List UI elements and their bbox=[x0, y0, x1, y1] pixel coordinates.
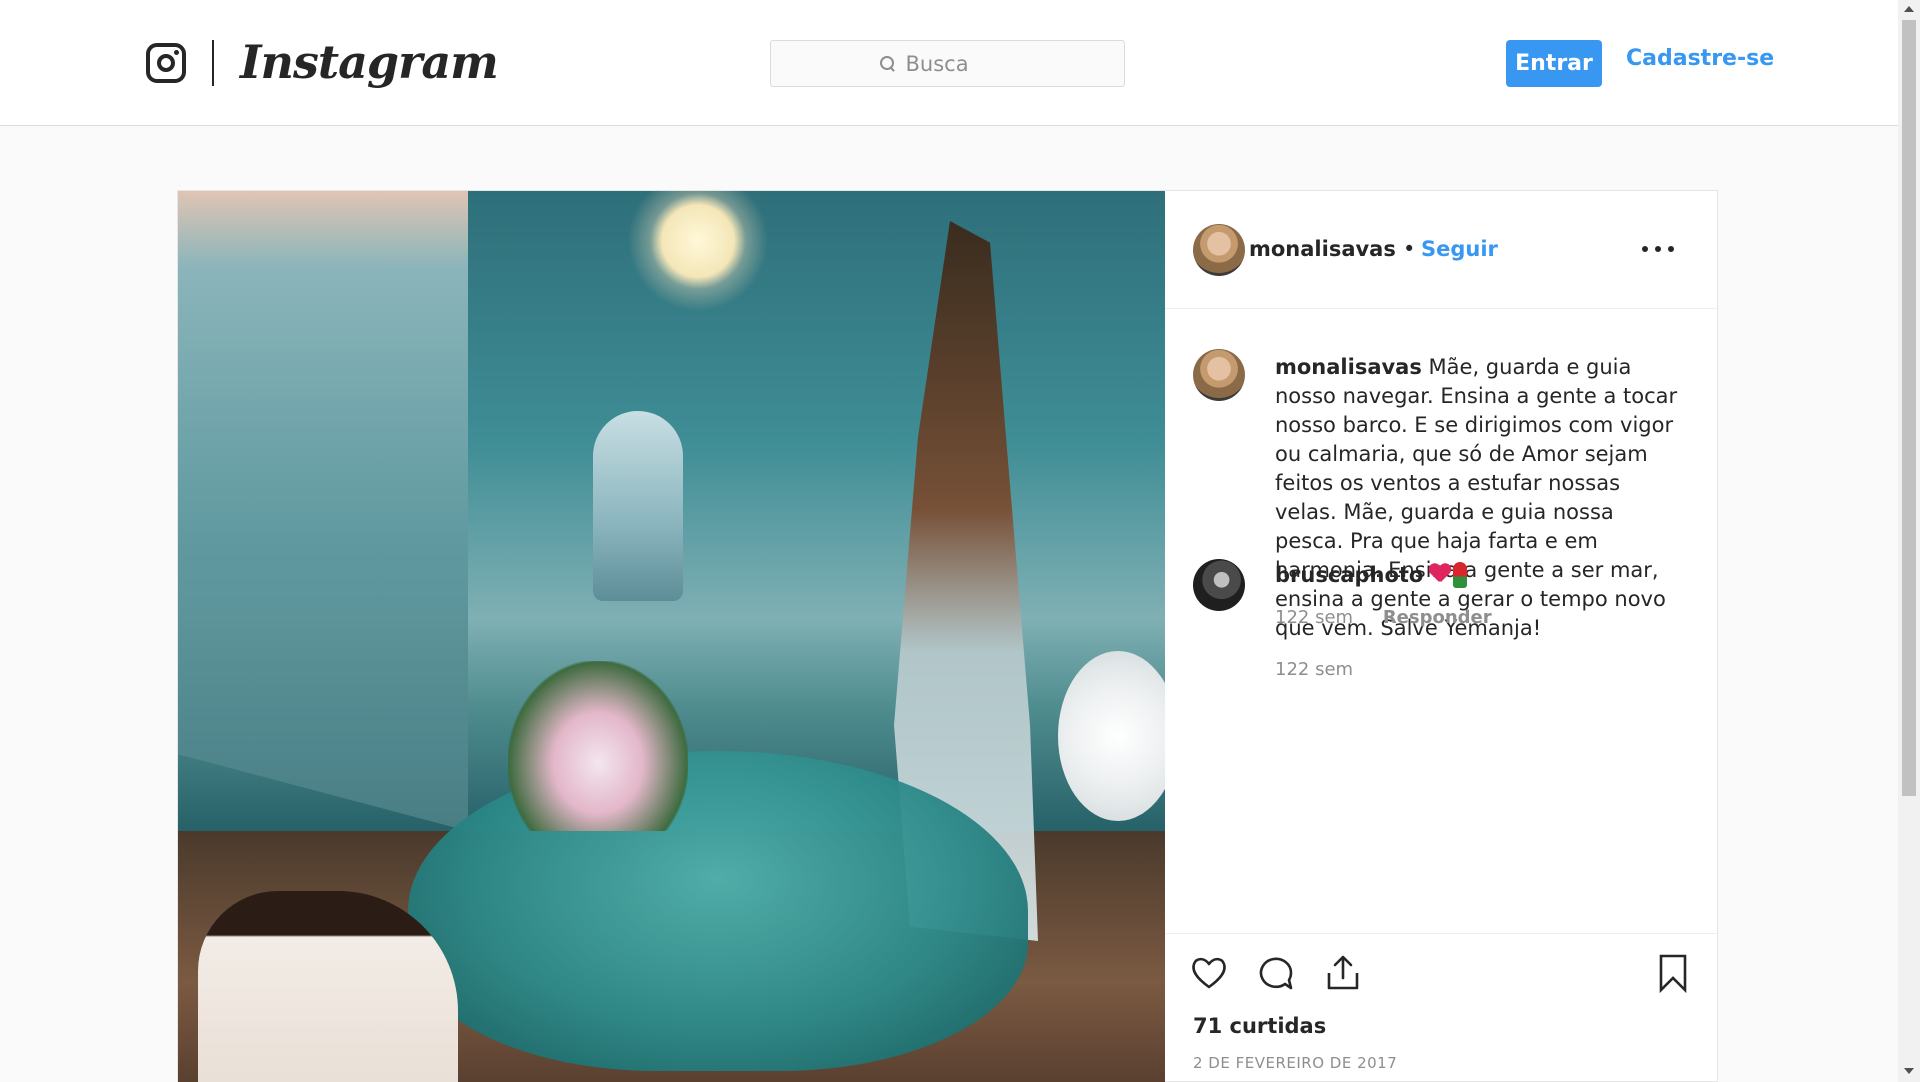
page-scrollbar[interactable] bbox=[1898, 0, 1920, 1082]
scroll-thumb[interactable] bbox=[1902, 20, 1916, 796]
comment-icon[interactable] bbox=[1256, 953, 1296, 993]
login-button[interactable]: Entrar bbox=[1506, 40, 1602, 87]
comments-list[interactable]: monalisavas Mãe, guarda e guia nosso nav… bbox=[1165, 309, 1717, 933]
rose-emoji bbox=[1453, 562, 1468, 588]
photo-tent-detail bbox=[178, 191, 468, 831]
bookmark-icon[interactable] bbox=[1653, 953, 1693, 993]
follow-button[interactable]: Seguir bbox=[1421, 237, 1498, 261]
author-username[interactable]: monalisavas bbox=[1249, 237, 1396, 261]
commenter-username[interactable]: bruscaphoto bbox=[1275, 563, 1423, 587]
caption-timestamp[interactable]: 122 sem bbox=[1275, 659, 1353, 680]
post-card: monalisavas • Seguir monalisavas Mãe, gu… bbox=[177, 190, 1718, 1082]
search-icon bbox=[879, 55, 896, 72]
photo-altar-cloth bbox=[408, 751, 1028, 1071]
scroll-down-arrow-icon[interactable] bbox=[1904, 1068, 1914, 1074]
comment-body: bruscaphoto bbox=[1275, 561, 1685, 590]
post-date[interactable]: 2 DE FEVEREIRO DE 2017 bbox=[1193, 1054, 1397, 1072]
search-input[interactable] bbox=[905, 51, 1016, 76]
search-box[interactable] bbox=[770, 40, 1125, 87]
heart-emoji bbox=[1429, 564, 1451, 584]
top-navigation-bar: Instagram Entrar Cadastre-se bbox=[0, 0, 1898, 126]
photo-lilies bbox=[508, 661, 688, 831]
more-options-icon[interactable] bbox=[1642, 246, 1674, 256]
comment-meta: 122 sem Responder bbox=[1275, 607, 1492, 628]
post-actions: 71 curtidas 2 DE FEVEREIRO DE 2017 bbox=[1165, 933, 1717, 1081]
instagram-wordmark[interactable]: Instagram bbox=[240, 34, 499, 90]
signup-link[interactable]: Cadastre-se bbox=[1626, 46, 1774, 71]
author-avatar[interactable] bbox=[1193, 224, 1245, 276]
comment-timestamp[interactable]: 122 sem bbox=[1275, 607, 1353, 628]
reply-button[interactable]: Responder bbox=[1383, 607, 1492, 628]
likes-count[interactable]: 71 curtidas bbox=[1193, 1014, 1326, 1038]
heart-icon[interactable] bbox=[1189, 953, 1229, 993]
logo-divider bbox=[212, 40, 214, 86]
caption-username[interactable]: monalisavas bbox=[1275, 355, 1422, 379]
commenter-avatar[interactable] bbox=[1193, 559, 1245, 611]
share-icon[interactable] bbox=[1323, 953, 1363, 993]
instagram-camera-icon[interactable] bbox=[146, 43, 186, 83]
caption-body: monalisavas Mãe, guarda e guia nosso nav… bbox=[1275, 353, 1685, 643]
scroll-up-arrow-icon[interactable] bbox=[1904, 6, 1914, 12]
caption-text: Mãe, guarda e guia nosso navegar. Ensina… bbox=[1275, 355, 1678, 640]
post-header: monalisavas • Seguir bbox=[1165, 191, 1717, 309]
separator-dot: • bbox=[1403, 237, 1416, 261]
post-sidebar: monalisavas • Seguir monalisavas Mãe, gu… bbox=[1165, 191, 1717, 1081]
photo-statue bbox=[593, 411, 683, 601]
caption-avatar[interactable] bbox=[1193, 349, 1245, 401]
post-photo[interactable] bbox=[178, 191, 1165, 1082]
photo-white-flowers bbox=[1058, 651, 1165, 821]
